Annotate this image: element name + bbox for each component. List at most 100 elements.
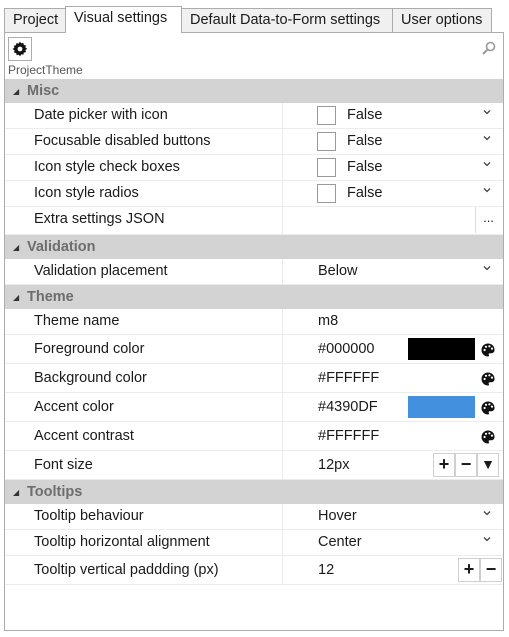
- column-divider: [282, 309, 283, 334]
- column-divider: [282, 181, 283, 206]
- tab-visual-settings[interactable]: Visual settings: [65, 6, 182, 33]
- property-name: Foreground color: [34, 341, 145, 357]
- property-value[interactable]: #FFFFFF: [318, 428, 379, 444]
- category-title: Tooltips: [27, 484, 83, 500]
- checkbox[interactable]: [317, 184, 336, 203]
- column-divider: [282, 504, 283, 529]
- category-title: Theme: [27, 289, 74, 305]
- dropdown-button[interactable]: ▼: [477, 453, 499, 477]
- property-value[interactable]: Below: [318, 263, 358, 279]
- property-name: Tooltip vertical paddding (px): [34, 562, 219, 578]
- property-value[interactable]: m8: [318, 313, 338, 329]
- property-value[interactable]: #4390DF: [318, 399, 378, 415]
- edit-json-button[interactable]: ...: [475, 207, 501, 233]
- category-title: Misc: [27, 83, 60, 99]
- property-icon-style-check-boxes[interactable]: Icon style check boxes False: [5, 155, 503, 181]
- column-divider: [282, 556, 283, 584]
- property-theme-name[interactable]: Theme name m8: [5, 309, 503, 335]
- decrement-button[interactable]: −: [480, 558, 502, 582]
- property-accent-contrast[interactable]: Accent contrast #FFFFFF: [5, 422, 503, 451]
- palette-icon[interactable]: [480, 400, 496, 416]
- property-validation-placement[interactable]: Validation placement Below: [5, 259, 503, 285]
- column-divider: [282, 335, 283, 363]
- decrement-button[interactable]: −: [455, 453, 477, 477]
- palette-icon[interactable]: [480, 342, 496, 358]
- column-divider: [282, 364, 283, 392]
- property-grid: ◢ Misc Date picker with icon False Focus…: [5, 79, 503, 585]
- tab-label: Project: [13, 12, 59, 28]
- chevron-down-icon[interactable]: [481, 158, 493, 170]
- collapse-triangle-icon[interactable]: ◢: [13, 243, 19, 252]
- chevron-down-icon[interactable]: [481, 262, 493, 274]
- chevron-down-icon[interactable]: [481, 533, 493, 545]
- property-value: False: [347, 133, 383, 149]
- tab-label: Visual settings: [74, 10, 168, 26]
- increment-button[interactable]: +: [458, 558, 480, 582]
- tab-project[interactable]: Project: [4, 8, 66, 32]
- property-tooltip-vertical-padding[interactable]: Tooltip vertical paddding (px) 12 + −: [5, 556, 503, 585]
- property-focusable-disabled-buttons[interactable]: Focusable disabled buttons False: [5, 129, 503, 155]
- column-divider: [282, 259, 283, 284]
- property-value[interactable]: Center: [318, 534, 362, 550]
- property-name: Tooltip behaviour: [34, 508, 144, 524]
- tab-label: User options: [401, 12, 483, 28]
- column-divider: [282, 422, 283, 450]
- property-date-picker-with-icon[interactable]: Date picker with icon False: [5, 103, 503, 129]
- tab-default-data-to-form-settings[interactable]: Default Data-to-Form settings: [181, 8, 393, 32]
- chevron-down-icon[interactable]: [481, 184, 493, 196]
- property-name: Font size: [34, 457, 93, 473]
- property-name: Background color: [34, 370, 147, 386]
- category-misc[interactable]: ◢ Misc: [5, 79, 503, 103]
- chevron-down-icon[interactable]: [481, 507, 493, 519]
- checkbox[interactable]: [317, 132, 336, 151]
- property-value[interactable]: #FFFFFF: [318, 370, 379, 386]
- checkbox[interactable]: [317, 106, 336, 125]
- column-divider: [282, 129, 283, 154]
- selected-object-name: ProjectTheme: [8, 63, 83, 77]
- property-tooltip-horizontal-alignment[interactable]: Tooltip horizontal alignment Center: [5, 530, 503, 556]
- category-tooltips[interactable]: ◢ Tooltips: [5, 480, 503, 504]
- property-extra-settings-json[interactable]: Extra settings JSON ...: [5, 207, 503, 235]
- property-background-color[interactable]: Background color #FFFFFF: [5, 364, 503, 393]
- property-value[interactable]: Hover: [318, 508, 357, 524]
- property-name: Icon style radios: [34, 185, 139, 201]
- column-divider: [282, 103, 283, 128]
- search-icon[interactable]: [481, 40, 497, 56]
- collapse-triangle-icon[interactable]: ◢: [13, 488, 19, 497]
- tab-bar: Project Visual settings Default Data-to-…: [4, 6, 504, 33]
- column-divider: [282, 207, 283, 234]
- property-name: Tooltip horizontal alignment: [34, 534, 210, 550]
- property-value[interactable]: #000000: [318, 341, 374, 357]
- tab-user-options[interactable]: User options: [392, 8, 492, 32]
- property-name: Date picker with icon: [34, 107, 168, 123]
- collapse-triangle-icon[interactable]: ◢: [13, 87, 19, 96]
- property-name: Accent color: [34, 399, 114, 415]
- chevron-down-icon[interactable]: [481, 132, 493, 144]
- increment-button[interactable]: +: [433, 453, 455, 477]
- tab-label: Default Data-to-Form settings: [190, 12, 381, 28]
- property-icon-style-radios[interactable]: Icon style radios False: [5, 181, 503, 207]
- property-value: False: [347, 107, 383, 123]
- property-font-size[interactable]: Font size 12px + − ▼: [5, 451, 503, 480]
- category-validation[interactable]: ◢ Validation: [5, 235, 503, 259]
- checkbox[interactable]: [317, 158, 336, 177]
- property-name: Extra settings JSON: [34, 211, 165, 227]
- gear-icon: [12, 41, 28, 57]
- category-title: Validation: [27, 239, 96, 255]
- category-theme[interactable]: ◢ Theme: [5, 285, 503, 309]
- collapse-triangle-icon[interactable]: ◢: [13, 293, 19, 302]
- property-name: Validation placement: [34, 263, 168, 279]
- palette-icon[interactable]: [480, 429, 496, 445]
- settings-button[interactable]: [8, 37, 32, 61]
- property-value: False: [347, 185, 383, 201]
- chevron-down-icon[interactable]: [481, 106, 493, 118]
- property-tooltip-behaviour[interactable]: Tooltip behaviour Hover: [5, 504, 503, 530]
- property-foreground-color[interactable]: Foreground color #000000: [5, 335, 503, 364]
- color-swatch[interactable]: [408, 396, 475, 418]
- property-value[interactable]: 12px: [318, 457, 349, 473]
- property-value[interactable]: 12: [318, 562, 334, 578]
- palette-icon[interactable]: [480, 371, 496, 387]
- color-swatch[interactable]: [408, 338, 475, 360]
- property-name: Focusable disabled buttons: [34, 133, 211, 149]
- property-accent-color[interactable]: Accent color #4390DF: [5, 393, 503, 422]
